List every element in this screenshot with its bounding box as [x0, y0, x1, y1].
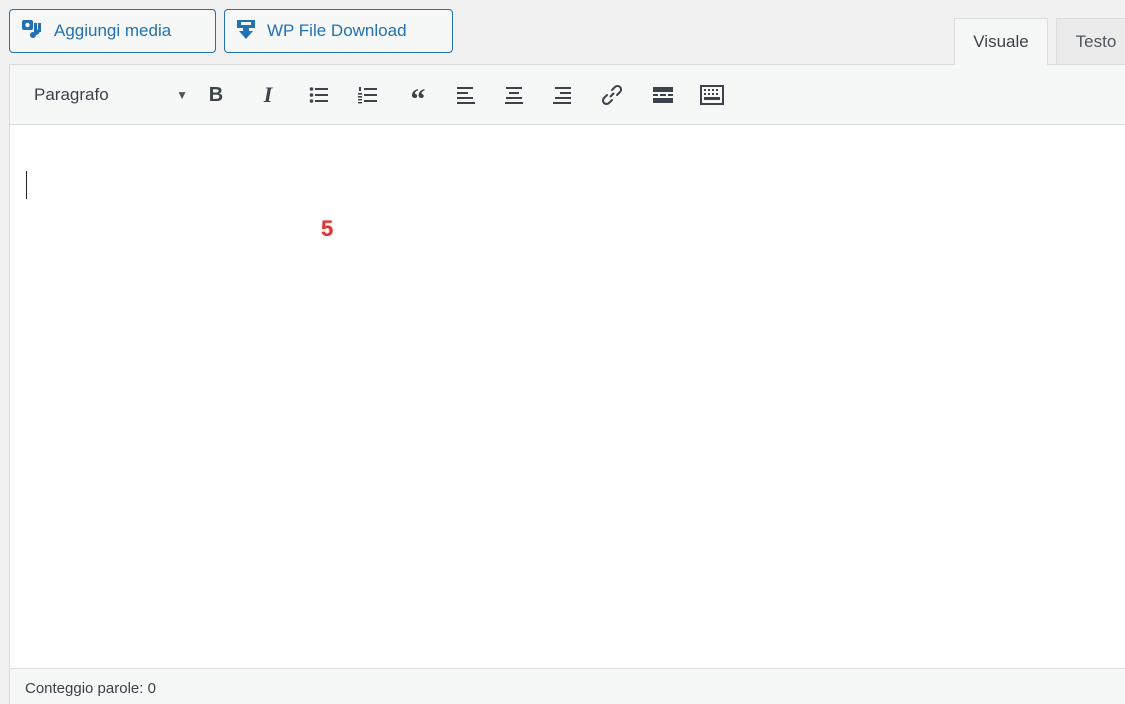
numbered-list-icon: [358, 87, 377, 104]
bulleted-list-button[interactable]: [303, 79, 335, 111]
read-more-button[interactable]: [647, 79, 679, 111]
caret-down-icon: ▼: [176, 88, 188, 102]
format-select-value: Paragrafo: [34, 85, 109, 104]
editor-frame: Paragrafo ▼ B I “ 5 Conteggio parole: 0: [9, 64, 1125, 704]
insert-link-button[interactable]: [596, 79, 628, 111]
blockquote-icon: “: [410, 83, 426, 116]
bold-label: B: [208, 83, 224, 106]
editor-content-area[interactable]: 5: [10, 126, 1125, 668]
status-bar: Conteggio parole: 0: [10, 668, 1125, 704]
tab-text[interactable]: Testo: [1056, 18, 1125, 65]
numbered-list-button[interactable]: [352, 79, 384, 111]
download-icon: [235, 18, 257, 45]
wp-file-download-button[interactable]: WP File Download: [224, 9, 453, 53]
read-more-icon: [653, 87, 673, 103]
blockquote-button[interactable]: “: [402, 79, 434, 115]
media-buttons-bar: Aggiungi media WP File Download Visuale …: [0, 0, 1125, 65]
word-count: Conteggio parole: 0: [25, 680, 156, 697]
bulleted-list-icon: [309, 87, 328, 103]
add-media-label: Aggiungi media: [54, 21, 172, 40]
text-cursor: [26, 171, 27, 199]
editor-toolbar: Paragrafo ▼ B I “: [10, 65, 1125, 125]
align-center-button[interactable]: [498, 79, 530, 111]
wp-file-download-label: WP File Download: [267, 21, 407, 40]
add-media-button[interactable]: Aggiungi media: [9, 9, 216, 53]
italic-label: I: [263, 82, 273, 107]
tab-visual-label: Visuale: [973, 32, 1029, 51]
align-center-icon: [505, 87, 523, 104]
toolbar-toggle-button[interactable]: [696, 79, 728, 111]
align-right-button[interactable]: [546, 79, 578, 111]
bold-button[interactable]: B: [200, 79, 232, 111]
format-select[interactable]: Paragrafo ▼: [20, 78, 196, 112]
media-icon: [20, 18, 44, 45]
tab-text-label: Testo: [1075, 32, 1117, 51]
tab-visual[interactable]: Visuale: [954, 18, 1048, 65]
align-left-icon: [457, 87, 475, 104]
align-left-button[interactable]: [450, 79, 482, 111]
editor-page: Aggiungi media WP File Download Visuale …: [0, 0, 1125, 704]
link-icon: [601, 84, 623, 106]
align-right-icon: [553, 87, 571, 104]
keyboard-icon: [700, 85, 724, 105]
step-marker: 5: [321, 216, 334, 241]
italic-button[interactable]: I: [252, 79, 284, 111]
